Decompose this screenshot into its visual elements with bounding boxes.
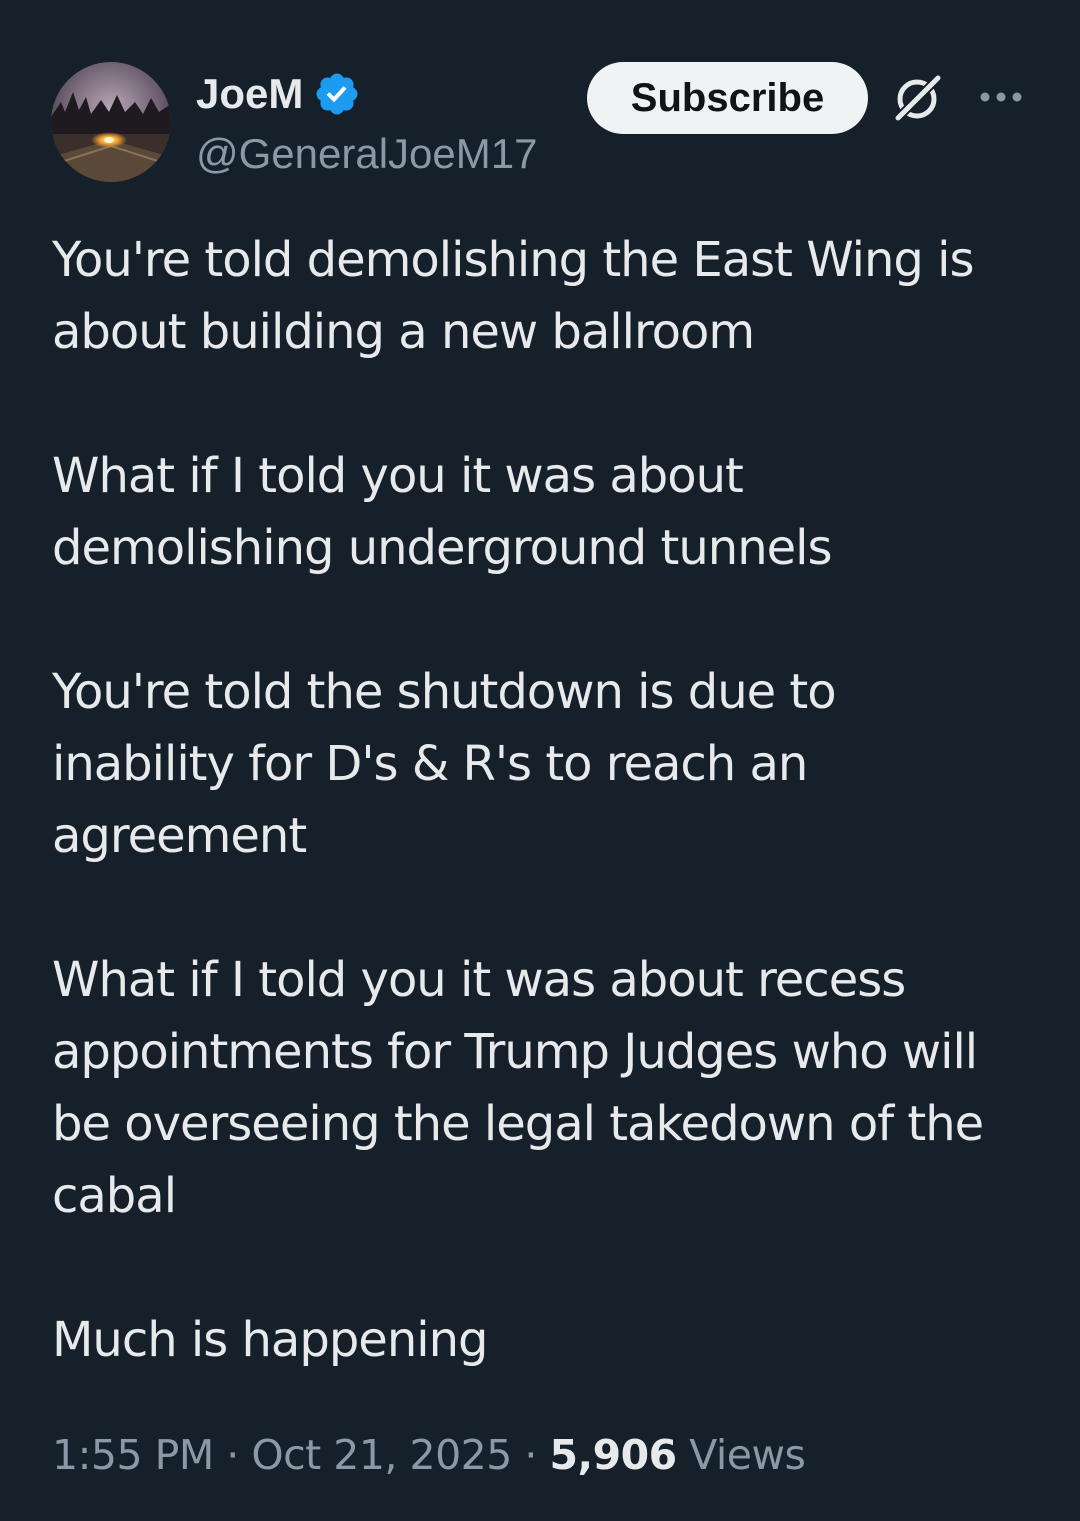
tweet-date[interactable]: Oct 21, 2025 [251,1431,512,1479]
author-handle[interactable]: @GeneralJoeM17 [196,126,537,182]
avatar-photo [51,62,171,182]
tweet-paragraph: What if I told you it was about recess a… [52,952,984,1224]
more-icon[interactable] [977,86,1025,108]
tweet-meta: 1:55 PM · Oct 21, 2025 · 5,906 Views [52,1425,806,1485]
tweet-paragraph: You're told the shutdown is due to inabi… [52,664,837,864]
views-count[interactable]: 5,906 [549,1431,677,1479]
views-label[interactable]: Views [689,1431,806,1479]
tweet-paragraph: What if I told you it was about demolish… [52,448,833,576]
meta-separator: · [226,1431,239,1479]
meta-separator: · [524,1431,537,1479]
tweet-paragraph: You're told demolishing the East Wing is… [52,232,974,360]
avatar[interactable] [51,62,171,182]
tweet-paragraph: Much is happening [52,1312,488,1368]
verified-badge-icon [313,70,361,118]
subscribe-button[interactable]: Subscribe [587,62,868,134]
tweet-text: You're told demolishing the East Wing is… [52,224,1022,1376]
display-name[interactable]: JoeM [196,66,303,122]
author-name-row[interactable]: JoeM [196,66,361,122]
grok-icon[interactable] [890,70,946,126]
tweet-time[interactable]: 1:55 PM [52,1431,214,1479]
